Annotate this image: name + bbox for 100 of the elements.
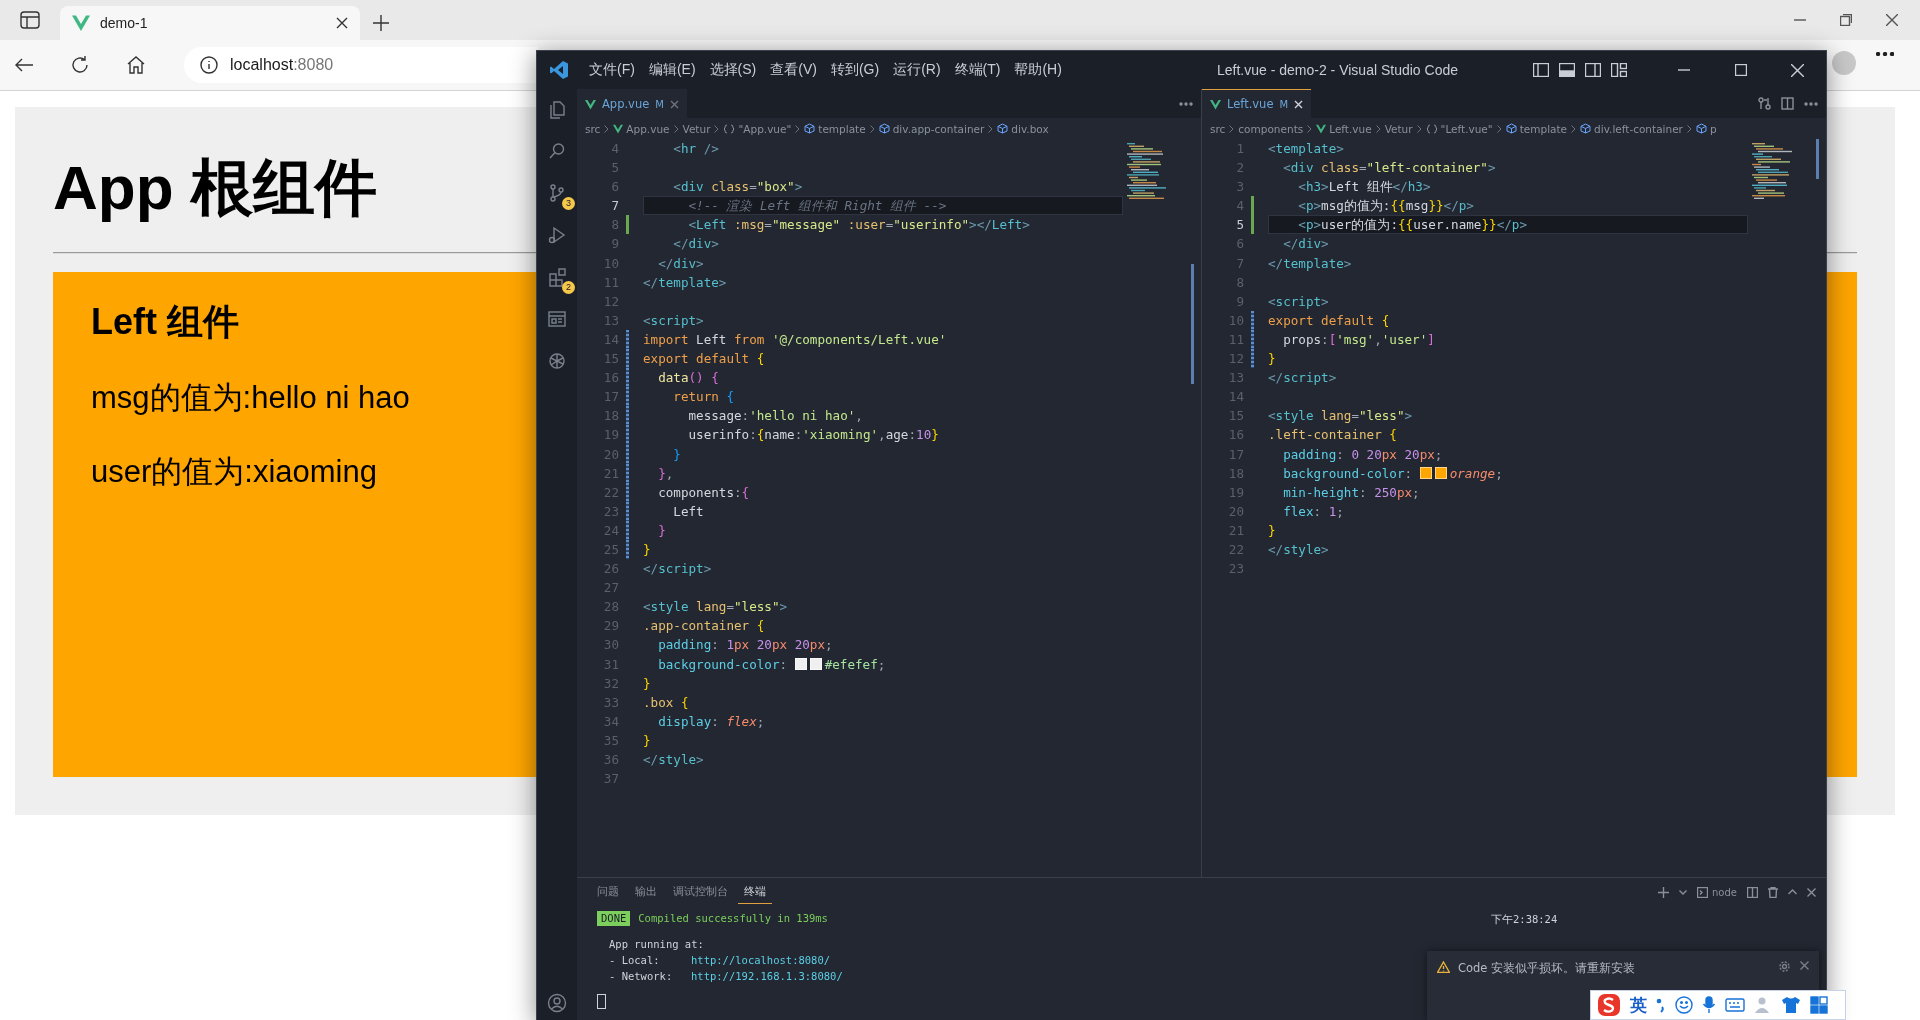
input-mode[interactable]: 英 [1630, 993, 1647, 1017]
color-swatch[interactable] [1419, 466, 1432, 479]
menu-item[interactable]: 转到(G) [824, 57, 886, 83]
line-number: 7 [610, 197, 619, 216]
address-bar[interactable]: localhost:8080 [184, 47, 538, 83]
line-number: 14 [1227, 388, 1244, 407]
shirt-icon[interactable] [1781, 996, 1801, 1014]
code-line: display: flex; [657, 712, 766, 731]
trash-icon[interactable] [1768, 886, 1778, 898]
chevron-icon [1307, 124, 1313, 133]
line-number: 32 [602, 674, 619, 693]
keyboard-icon[interactable] [1725, 998, 1745, 1012]
line-number: 21 [1227, 521, 1244, 540]
close-icon[interactable] [1807, 887, 1816, 897]
code-line: </script> [1268, 369, 1338, 388]
code-line: padding: 0 20px 20px; [1282, 445, 1444, 464]
panel-tab[interactable]: 调试控制台 [667, 880, 734, 904]
more-icon[interactable] [1876, 52, 1894, 56]
code-line: flex: 1; [1282, 502, 1345, 521]
restore-icon[interactable] [1840, 14, 1852, 26]
account-icon[interactable] [547, 993, 567, 1013]
breadcrumb[interactable]: App.vue [613, 122, 670, 135]
breadcrumb[interactable]: "Left.vue" [1425, 122, 1493, 135]
settings-icon[interactable] [1779, 961, 1790, 972]
maximize-icon[interactable] [1734, 64, 1747, 76]
panel-toggle-icon[interactable] [1559, 63, 1575, 77]
editor-tab[interactable]: App.vue M [577, 89, 687, 118]
split-icon[interactable] [1747, 886, 1758, 898]
info-icon[interactable] [200, 56, 218, 74]
breadcrumb[interactable]: p [1695, 122, 1717, 135]
terminal-text: - Local: [609, 952, 661, 968]
code-line: <h3>Left 组件</h3> [1297, 178, 1432, 197]
terminal-selector[interactable]: node [1697, 886, 1737, 898]
breadcrumb[interactable]: "App.vue" [723, 122, 792, 135]
breadcrumb[interactable]: Vetur [1384, 122, 1413, 135]
chevron-icon [1229, 124, 1235, 133]
home-icon[interactable] [126, 55, 146, 75]
breadcrumb[interactable]: div.app-container [878, 122, 985, 135]
line-number: 23 [602, 502, 619, 521]
url-link[interactable]: http://192.168.1.3:8080/ [691, 968, 843, 984]
panel-tab[interactable]: 终端 [738, 880, 772, 904]
color-swatch[interactable] [809, 657, 822, 670]
url-link[interactable]: http://localhost:8080/ [691, 952, 831, 968]
code-line: .left-container { [1268, 426, 1398, 445]
split-editor-icon[interactable] [1781, 97, 1794, 110]
sidebar-toggle-icon[interactable] [1533, 63, 1549, 77]
chevron-icon [869, 124, 875, 133]
line-number: 11 [1227, 330, 1244, 349]
status-badge: DONE [597, 910, 631, 926]
line-number: 25 [602, 540, 619, 559]
browser-tab[interactable]: demo-1 [60, 6, 360, 40]
menu-item[interactable]: 运行(R) [887, 57, 947, 83]
page-title: App 根组件 [53, 154, 377, 223]
chevron-up-icon[interactable] [1788, 889, 1797, 895]
menu-item[interactable]: 文件(F) [583, 57, 641, 83]
terminal-time: 下午2:38:24 [1491, 912, 1558, 927]
compare-icon[interactable] [1758, 97, 1771, 110]
breadcrumb[interactable]: src [585, 122, 601, 135]
menu-item[interactable]: 查看(V) [764, 57, 823, 83]
close-icon[interactable] [336, 17, 348, 29]
url-text: localhost:8080 [230, 56, 334, 74]
panel-tab[interactable]: 问题 [591, 880, 625, 904]
chevron-down-icon[interactable] [1679, 889, 1688, 895]
grid-icon[interactable] [1810, 996, 1828, 1014]
menu-item[interactable]: 编辑(E) [642, 57, 702, 83]
breadcrumb[interactable]: src [1210, 122, 1226, 135]
menu-item[interactable]: 帮助(H) [1008, 57, 1068, 83]
breadcrumb[interactable]: div.left-container [1580, 122, 1683, 135]
color-swatch[interactable] [794, 657, 807, 670]
code-line: props:['msg','user'] [1282, 330, 1436, 349]
line-number: 33 [602, 693, 619, 712]
editor-tab[interactable]: Left.vue M [1202, 89, 1312, 118]
breadcrumb[interactable]: template [1505, 122, 1568, 135]
menu-item[interactable]: 终端(T) [948, 57, 1007, 83]
add-icon[interactable] [1658, 886, 1670, 898]
secondary-sidebar-icon[interactable] [1585, 63, 1601, 77]
line-number: 17 [1227, 445, 1244, 464]
back-icon[interactable] [14, 57, 34, 73]
scrollbar-thumb[interactable] [1816, 139, 1819, 179]
menu-item[interactable]: 选择(S) [703, 57, 763, 83]
breadcrumb[interactable]: div.box [997, 122, 1049, 135]
reload-icon[interactable] [70, 55, 90, 75]
ime-logo-icon[interactable] [1597, 993, 1621, 1017]
line-number: 20 [602, 445, 619, 464]
panel-tab[interactable]: 输出 [629, 880, 663, 904]
punctuation-icon[interactable] [1656, 997, 1666, 1013]
component-title: Left 组件 [91, 300, 239, 345]
new-tab-icon[interactable] [372, 14, 390, 32]
color-swatch[interactable] [1434, 466, 1447, 479]
microphone-icon[interactable] [1702, 996, 1716, 1014]
breadcrumb[interactable]: template [804, 122, 866, 135]
breadcrumb[interactable]: components [1238, 122, 1304, 135]
breadcrumb[interactable]: Left.vue [1316, 122, 1372, 135]
breadcrumb[interactable]: Vetur [682, 122, 711, 135]
code-line: <template> [1268, 140, 1345, 158]
emoji-icon[interactable] [1675, 996, 1693, 1014]
scrollbar-thumb[interactable] [1191, 264, 1194, 384]
layout-icon[interactable] [1611, 63, 1627, 77]
close-icon[interactable] [1886, 14, 1898, 26]
code-line: background-color: #efefef; [657, 655, 887, 674]
